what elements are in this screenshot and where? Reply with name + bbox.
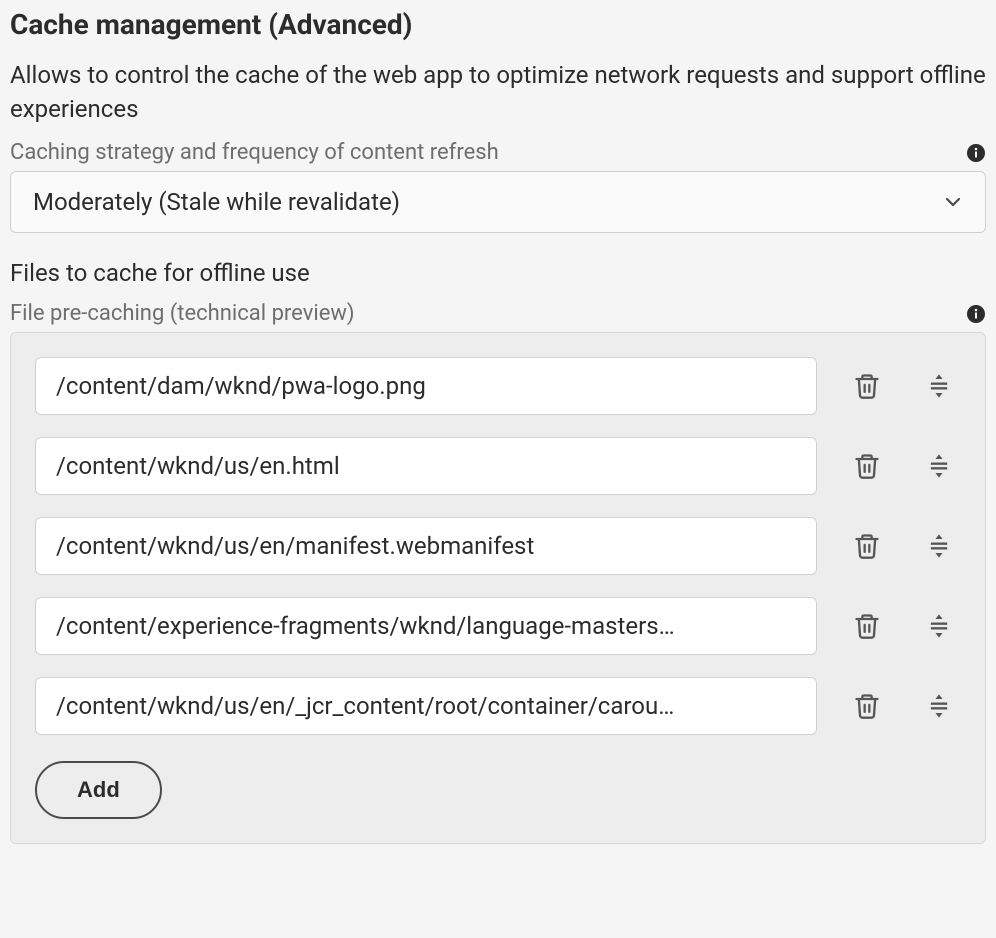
precache-file-list: /content/dam/wknd/pwa-logo.png /content/… [10,332,986,844]
precache-path-input[interactable]: /content/wknd/us/en/_jcr_content/root/co… [35,677,817,735]
precache-row: /content/dam/wknd/pwa-logo.png [35,357,961,415]
delete-button[interactable] [845,444,889,488]
add-button-label: Add [77,777,120,803]
reorder-handle[interactable] [917,364,961,408]
section-description: Allows to control the cache of the web a… [10,59,986,126]
cache-management-panel: Cache management (Advanced) Allows to co… [0,0,996,864]
caching-strategy-dropdown[interactable]: Moderately (Stale while revalidate) [10,171,986,233]
strategy-label-row: Caching strategy and frequency of conten… [10,140,986,165]
info-icon[interactable] [966,304,986,324]
delete-button[interactable] [845,524,889,568]
precache-path-input[interactable]: /content/wknd/us/en/manifest.webmanifest [35,517,817,575]
precache-row: /content/experience-fragments/wknd/langu… [35,597,961,655]
chevron-down-icon [943,192,963,212]
precache-row: /content/wknd/us/en/manifest.webmanifest [35,517,961,575]
precache-subheader: Files to cache for offline use [10,259,986,287]
delete-button[interactable] [845,684,889,728]
reorder-handle[interactable] [917,524,961,568]
precache-path-input[interactable]: /content/wknd/us/en.html [35,437,817,495]
reorder-handle[interactable] [917,444,961,488]
delete-button[interactable] [845,604,889,648]
precache-path-input[interactable]: /content/experience-fragments/wknd/langu… [35,597,817,655]
info-icon[interactable] [966,143,986,163]
add-file-button[interactable]: Add [35,761,162,819]
strategy-label: Caching strategy and frequency of conten… [10,140,499,165]
dropdown-selected-value: Moderately (Stale while revalidate) [33,188,400,216]
reorder-handle[interactable] [917,684,961,728]
precache-row: /content/wknd/us/en.html [35,437,961,495]
section-title: Cache management (Advanced) [10,8,986,41]
reorder-handle[interactable] [917,604,961,648]
precache-path-input[interactable]: /content/dam/wknd/pwa-logo.png [35,357,817,415]
precache-label: File pre-caching (technical preview) [10,301,355,326]
precache-label-row: File pre-caching (technical preview) [10,301,986,326]
precache-row: /content/wknd/us/en/_jcr_content/root/co… [35,677,961,735]
delete-button[interactable] [845,364,889,408]
